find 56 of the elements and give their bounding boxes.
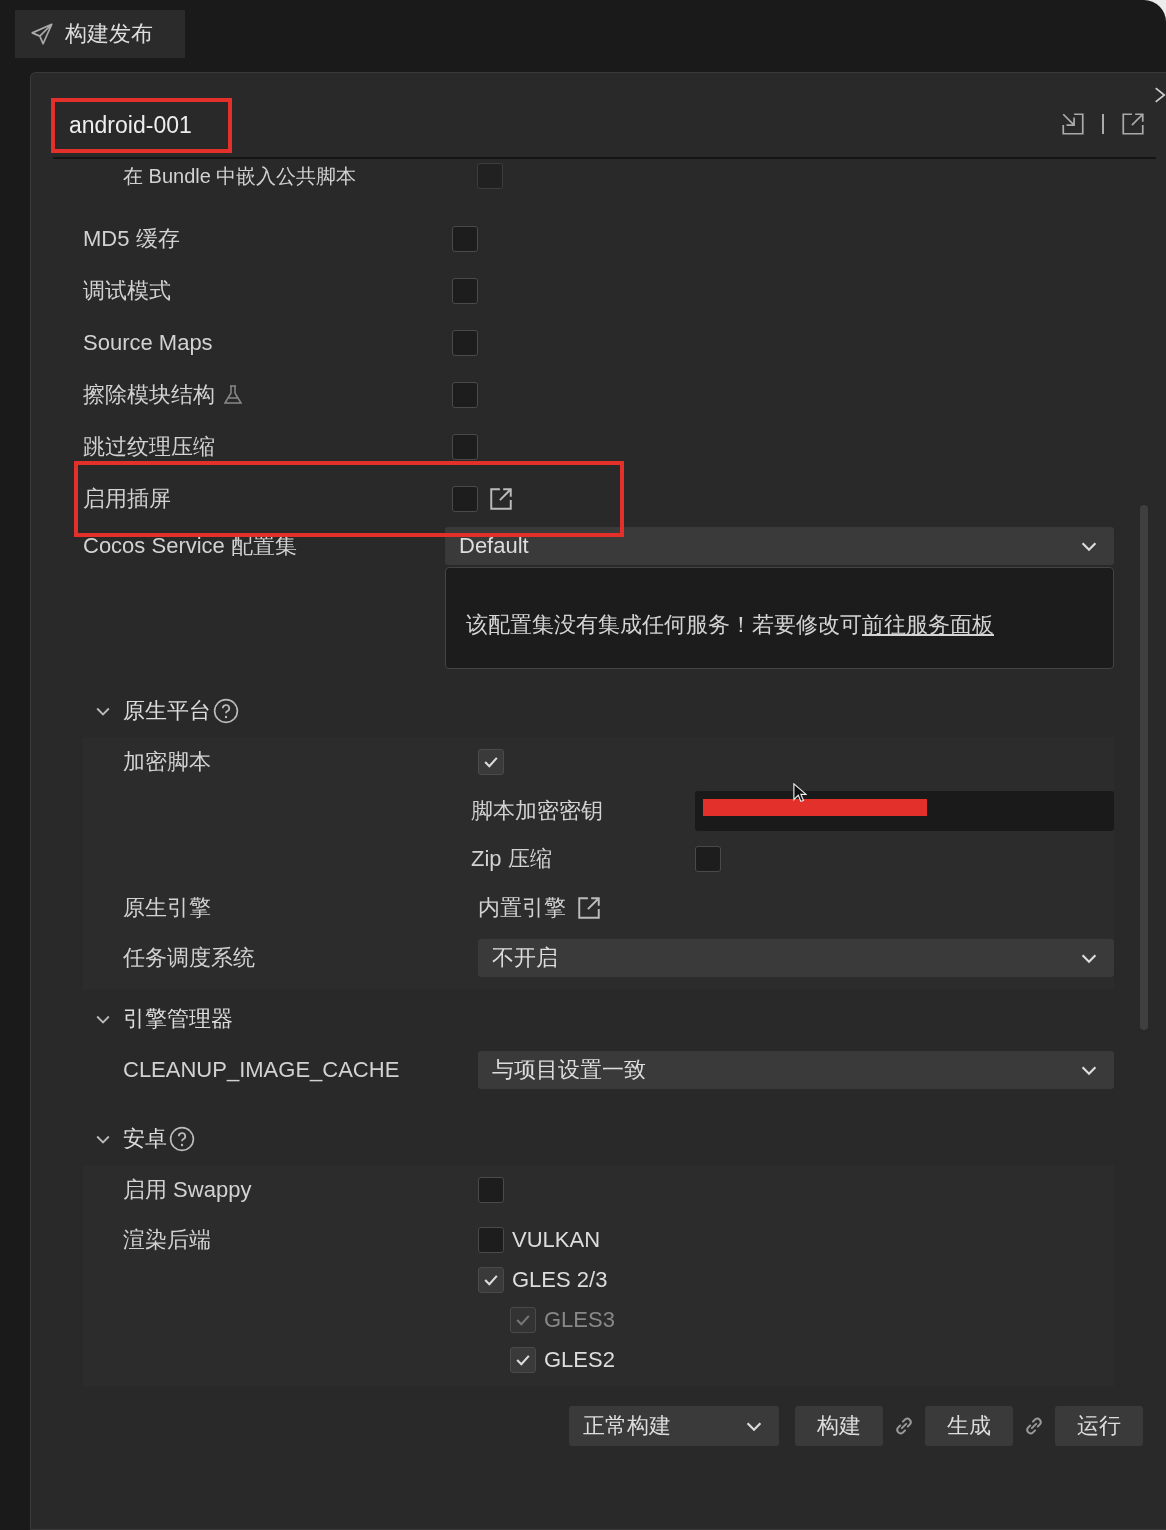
section-title[interactable]: 引擎管理器	[123, 1004, 233, 1034]
cursor-icon	[793, 783, 807, 804]
config-title: android-001	[51, 97, 232, 153]
checkbox-label: GLES2	[544, 1347, 615, 1373]
action-button[interactable]: 构建	[795, 1406, 883, 1446]
action-button[interactable]: 运行	[1055, 1406, 1143, 1446]
section-title[interactable]: 原生平台	[123, 696, 211, 726]
checkbox[interactable]	[478, 1177, 504, 1203]
option-label: 加密脚本	[123, 748, 212, 776]
checkbox[interactable]	[478, 749, 504, 775]
option-label: MD5 缓存	[83, 225, 181, 253]
checkbox[interactable]	[452, 278, 478, 304]
checkbox-label: GLES 2/3	[512, 1267, 608, 1293]
option-label: Source Maps	[83, 330, 214, 356]
option-label: 调试模式	[83, 277, 172, 305]
export-icon[interactable]	[1120, 111, 1146, 137]
option-label: CLEANUP_IMAGE_CACHE	[123, 1056, 401, 1084]
checkbox[interactable]	[452, 434, 478, 460]
engine-value: 内置引擎	[478, 894, 566, 922]
option-label: 原生引擎	[123, 894, 212, 922]
panel-tab[interactable]: 构建发布	[15, 10, 185, 58]
help-icon[interactable]	[169, 1126, 195, 1152]
checkbox[interactable]	[452, 226, 478, 252]
action-button[interactable]: 生成	[925, 1406, 1013, 1446]
paper-plane-icon	[29, 21, 55, 47]
checkbox[interactable]	[478, 1267, 504, 1293]
section-title[interactable]: 安卓	[123, 1124, 167, 1154]
checkbox[interactable]	[452, 486, 478, 512]
open-external-icon[interactable]	[488, 486, 514, 512]
checkbox-label: GLES3	[544, 1307, 615, 1333]
checkbox[interactable]	[452, 382, 478, 408]
option-label: Zip 压缩	[471, 845, 553, 873]
tab-title: 构建发布	[65, 20, 153, 48]
dropdown[interactable]: 不开启	[478, 939, 1114, 977]
option-label: 启用 Swappy	[123, 1176, 253, 1204]
checkbox[interactable]	[478, 1227, 504, 1253]
option-label: 脚本加密密钥	[471, 797, 604, 825]
dropdown[interactable]: Default	[445, 527, 1114, 565]
checkbox-label: VULKAN	[512, 1227, 601, 1253]
option-label: 跳过纹理压缩	[83, 433, 216, 461]
checkbox[interactable]	[510, 1347, 536, 1373]
notice-text: 该配置集没有集成任何服务！若要修改可前往服务面板	[466, 611, 994, 639]
build-mode-dropdown[interactable]: 正常构建	[569, 1406, 779, 1446]
dropdown[interactable]: 与项目设置一致	[478, 1051, 1114, 1089]
option-label: 在 Bundle 中嵌入公共脚本	[123, 163, 358, 189]
option-label: 渲染后端	[123, 1226, 212, 1254]
help-icon[interactable]	[213, 698, 239, 724]
import-icon[interactable]	[1060, 111, 1086, 137]
option-label: 擦除模块结构	[83, 380, 452, 410]
open-external-icon[interactable]	[576, 895, 602, 921]
checkbox[interactable]	[477, 163, 503, 189]
checkbox[interactable]	[452, 330, 478, 356]
option-label: 启用插屏	[83, 485, 172, 513]
checkbox[interactable]	[695, 846, 721, 872]
option-label: 任务调度系统	[123, 944, 256, 972]
service-panel-link[interactable]: 前往服务面板	[862, 612, 994, 637]
